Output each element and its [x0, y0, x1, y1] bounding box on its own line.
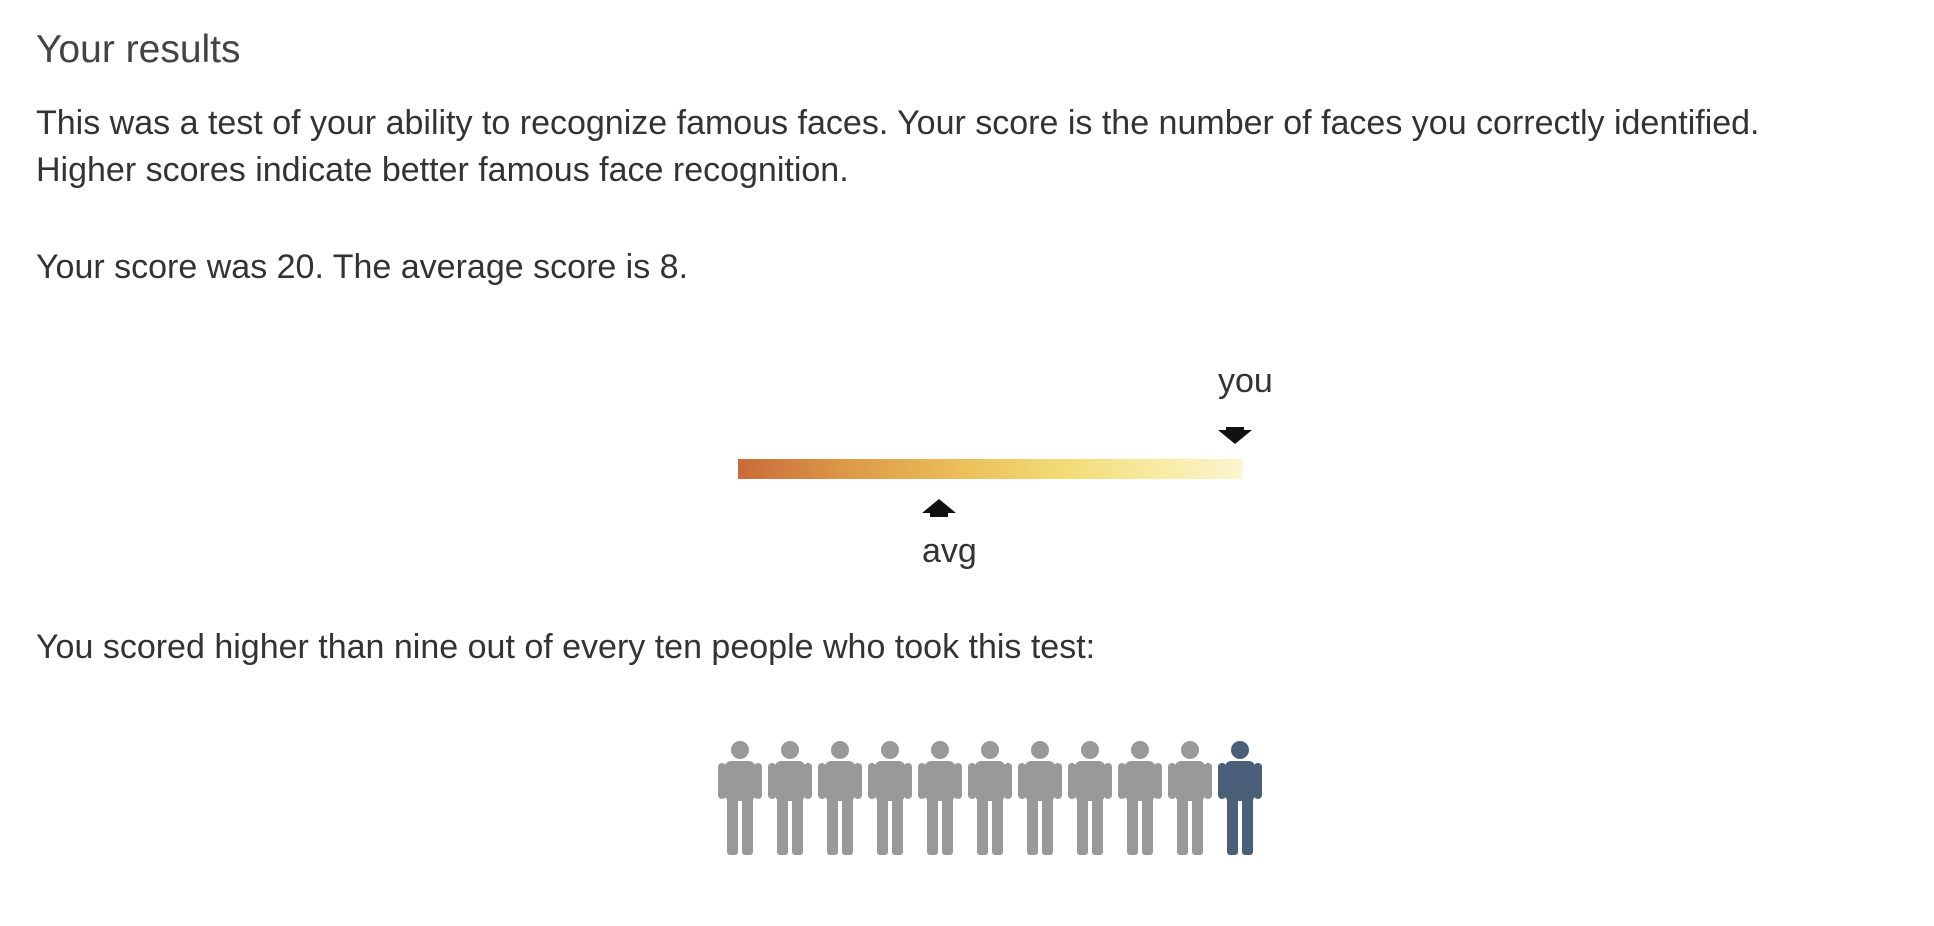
- person-icon: [868, 741, 912, 855]
- person-icon: [818, 741, 862, 855]
- results-title: Your results: [36, 28, 241, 71]
- comparison-text: You scored higher than nine out of every…: [36, 628, 1096, 666]
- you-marker-icon: [1218, 430, 1252, 444]
- person-icon: [718, 741, 762, 855]
- you-label: you: [1218, 362, 1273, 400]
- person-icon: [1118, 741, 1162, 855]
- person-icon: [1168, 741, 1212, 855]
- person-icon: [768, 741, 812, 855]
- person-icon: [1068, 741, 1112, 855]
- test-description: This was a test of your ability to recog…: [36, 104, 1760, 142]
- person-icon-highlighted: [1218, 741, 1262, 855]
- person-icon: [1018, 741, 1062, 855]
- test-description-continued: Higher scores indicate better famous fac…: [36, 151, 849, 189]
- person-icon: [918, 741, 962, 855]
- person-icon: [968, 741, 1012, 855]
- score-gradient-bar: [738, 459, 1242, 479]
- avg-marker-icon: [922, 499, 956, 513]
- score-summary: Your score was 20. The average score is …: [36, 248, 689, 286]
- avg-label: avg: [922, 532, 977, 570]
- avg-marker-bar: [930, 513, 948, 517]
